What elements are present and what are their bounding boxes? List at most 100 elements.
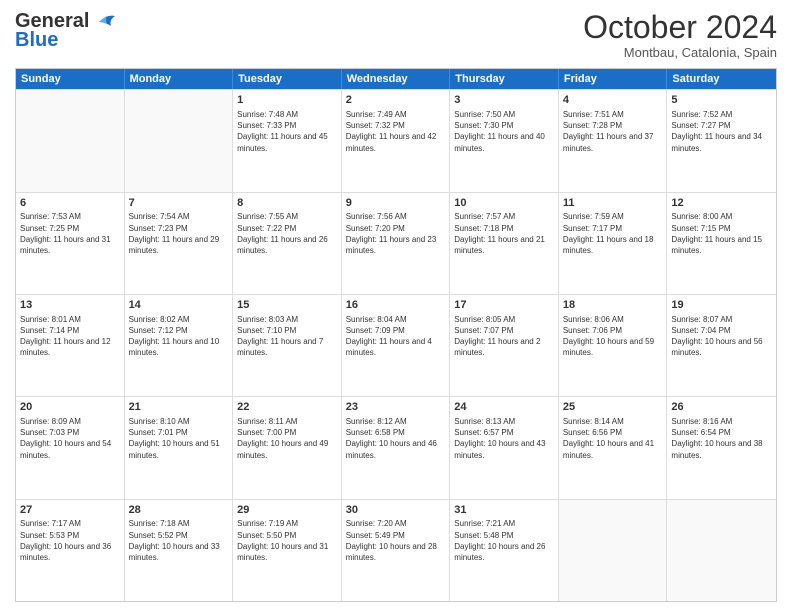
day-of-week-monday: Monday (125, 69, 234, 89)
sun-info: Sunrise: 7:18 AM Sunset: 5:52 PM Dayligh… (129, 518, 229, 563)
day-number: 7 (129, 196, 229, 211)
day-number: 3 (454, 93, 554, 108)
day-number: 8 (237, 196, 337, 211)
empty-cell (667, 500, 776, 601)
day-cell-13: 13Sunrise: 8:01 AM Sunset: 7:14 PM Dayli… (16, 295, 125, 396)
day-cell-17: 17Sunrise: 8:05 AM Sunset: 7:07 PM Dayli… (450, 295, 559, 396)
calendar: SundayMondayTuesdayWednesdayThursdayFrid… (15, 68, 777, 602)
sun-info: Sunrise: 7:17 AM Sunset: 5:53 PM Dayligh… (20, 518, 120, 563)
day-cell-29: 29Sunrise: 7:19 AM Sunset: 5:50 PM Dayli… (233, 500, 342, 601)
sun-info: Sunrise: 8:03 AM Sunset: 7:10 PM Dayligh… (237, 314, 337, 359)
sun-info: Sunrise: 7:51 AM Sunset: 7:28 PM Dayligh… (563, 109, 663, 154)
logo-bird-icon (89, 12, 117, 32)
day-number: 20 (20, 400, 120, 415)
day-number: 21 (129, 400, 229, 415)
empty-cell (559, 500, 668, 601)
sun-info: Sunrise: 7:21 AM Sunset: 5:48 PM Dayligh… (454, 518, 554, 563)
day-cell-26: 26Sunrise: 8:16 AM Sunset: 6:54 PM Dayli… (667, 397, 776, 498)
calendar-row-2: 6Sunrise: 7:53 AM Sunset: 7:25 PM Daylig… (16, 192, 776, 294)
day-cell-6: 6Sunrise: 7:53 AM Sunset: 7:25 PM Daylig… (16, 193, 125, 294)
day-cell-30: 30Sunrise: 7:20 AM Sunset: 5:49 PM Dayli… (342, 500, 451, 601)
calendar-header: SundayMondayTuesdayWednesdayThursdayFrid… (16, 69, 776, 89)
sun-info: Sunrise: 7:49 AM Sunset: 7:32 PM Dayligh… (346, 109, 446, 154)
sun-info: Sunrise: 8:07 AM Sunset: 7:04 PM Dayligh… (671, 314, 772, 359)
sun-info: Sunrise: 7:20 AM Sunset: 5:49 PM Dayligh… (346, 518, 446, 563)
day-number: 26 (671, 400, 772, 415)
sun-info: Sunrise: 7:50 AM Sunset: 7:30 PM Dayligh… (454, 109, 554, 154)
calendar-body: 1Sunrise: 7:48 AM Sunset: 7:33 PM Daylig… (16, 89, 776, 601)
day-cell-23: 23Sunrise: 8:12 AM Sunset: 6:58 PM Dayli… (342, 397, 451, 498)
day-cell-9: 9Sunrise: 7:56 AM Sunset: 7:20 PM Daylig… (342, 193, 451, 294)
day-number: 16 (346, 298, 446, 313)
calendar-row-3: 13Sunrise: 8:01 AM Sunset: 7:14 PM Dayli… (16, 294, 776, 396)
day-cell-11: 11Sunrise: 7:59 AM Sunset: 7:17 PM Dayli… (559, 193, 668, 294)
sun-info: Sunrise: 7:53 AM Sunset: 7:25 PM Dayligh… (20, 211, 120, 256)
calendar-row-1: 1Sunrise: 7:48 AM Sunset: 7:33 PM Daylig… (16, 89, 776, 191)
day-cell-31: 31Sunrise: 7:21 AM Sunset: 5:48 PM Dayli… (450, 500, 559, 601)
sun-info: Sunrise: 7:56 AM Sunset: 7:20 PM Dayligh… (346, 211, 446, 256)
sun-info: Sunrise: 7:48 AM Sunset: 7:33 PM Dayligh… (237, 109, 337, 154)
day-number: 13 (20, 298, 120, 313)
day-cell-15: 15Sunrise: 8:03 AM Sunset: 7:10 PM Dayli… (233, 295, 342, 396)
day-number: 6 (20, 196, 120, 211)
day-cell-25: 25Sunrise: 8:14 AM Sunset: 6:56 PM Dayli… (559, 397, 668, 498)
day-number: 2 (346, 93, 446, 108)
sun-info: Sunrise: 8:10 AM Sunset: 7:01 PM Dayligh… (129, 416, 229, 461)
day-cell-24: 24Sunrise: 8:13 AM Sunset: 6:57 PM Dayli… (450, 397, 559, 498)
day-cell-18: 18Sunrise: 8:06 AM Sunset: 7:06 PM Dayli… (559, 295, 668, 396)
day-number: 15 (237, 298, 337, 313)
day-number: 10 (454, 196, 554, 211)
sun-info: Sunrise: 7:55 AM Sunset: 7:22 PM Dayligh… (237, 211, 337, 256)
day-of-week-friday: Friday (559, 69, 668, 89)
day-number: 22 (237, 400, 337, 415)
day-of-week-tuesday: Tuesday (233, 69, 342, 89)
day-of-week-sunday: Sunday (16, 69, 125, 89)
day-number: 18 (563, 298, 663, 313)
day-cell-5: 5Sunrise: 7:52 AM Sunset: 7:27 PM Daylig… (667, 90, 776, 191)
day-cell-22: 22Sunrise: 8:11 AM Sunset: 7:00 PM Dayli… (233, 397, 342, 498)
day-number: 27 (20, 503, 120, 518)
calendar-row-4: 20Sunrise: 8:09 AM Sunset: 7:03 PM Dayli… (16, 396, 776, 498)
month-title: October 2024 (583, 10, 777, 45)
day-number: 24 (454, 400, 554, 415)
location: Montbau, Catalonia, Spain (583, 45, 777, 60)
day-cell-12: 12Sunrise: 8:00 AM Sunset: 7:15 PM Dayli… (667, 193, 776, 294)
sun-info: Sunrise: 7:57 AM Sunset: 7:18 PM Dayligh… (454, 211, 554, 256)
sun-info: Sunrise: 8:11 AM Sunset: 7:00 PM Dayligh… (237, 416, 337, 461)
sun-info: Sunrise: 7:54 AM Sunset: 7:23 PM Dayligh… (129, 211, 229, 256)
day-cell-3: 3Sunrise: 7:50 AM Sunset: 7:30 PM Daylig… (450, 90, 559, 191)
day-cell-4: 4Sunrise: 7:51 AM Sunset: 7:28 PM Daylig… (559, 90, 668, 191)
day-cell-19: 19Sunrise: 8:07 AM Sunset: 7:04 PM Dayli… (667, 295, 776, 396)
day-cell-10: 10Sunrise: 7:57 AM Sunset: 7:18 PM Dayli… (450, 193, 559, 294)
day-number: 12 (671, 196, 772, 211)
sun-info: Sunrise: 8:16 AM Sunset: 6:54 PM Dayligh… (671, 416, 772, 461)
calendar-row-5: 27Sunrise: 7:17 AM Sunset: 5:53 PM Dayli… (16, 499, 776, 601)
sun-info: Sunrise: 8:09 AM Sunset: 7:03 PM Dayligh… (20, 416, 120, 461)
day-of-week-wednesday: Wednesday (342, 69, 451, 89)
sun-info: Sunrise: 8:13 AM Sunset: 6:57 PM Dayligh… (454, 416, 554, 461)
sun-info: Sunrise: 8:01 AM Sunset: 7:14 PM Dayligh… (20, 314, 120, 359)
day-number: 31 (454, 503, 554, 518)
day-number: 23 (346, 400, 446, 415)
day-of-week-saturday: Saturday (667, 69, 776, 89)
logo: General Blue (15, 10, 117, 52)
day-cell-2: 2Sunrise: 7:49 AM Sunset: 7:32 PM Daylig… (342, 90, 451, 191)
day-number: 1 (237, 93, 337, 108)
sun-info: Sunrise: 8:06 AM Sunset: 7:06 PM Dayligh… (563, 314, 663, 359)
day-cell-16: 16Sunrise: 8:04 AM Sunset: 7:09 PM Dayli… (342, 295, 451, 396)
day-cell-14: 14Sunrise: 8:02 AM Sunset: 7:12 PM Dayli… (125, 295, 234, 396)
sun-info: Sunrise: 7:52 AM Sunset: 7:27 PM Dayligh… (671, 109, 772, 154)
sun-info: Sunrise: 8:04 AM Sunset: 7:09 PM Dayligh… (346, 314, 446, 359)
day-number: 25 (563, 400, 663, 415)
day-cell-20: 20Sunrise: 8:09 AM Sunset: 7:03 PM Dayli… (16, 397, 125, 498)
day-of-week-thursday: Thursday (450, 69, 559, 89)
day-number: 11 (563, 196, 663, 211)
day-cell-1: 1Sunrise: 7:48 AM Sunset: 7:33 PM Daylig… (233, 90, 342, 191)
sun-info: Sunrise: 7:59 AM Sunset: 7:17 PM Dayligh… (563, 211, 663, 256)
page: General Blue October 2024 Montbau, Catal… (0, 0, 792, 612)
logo-text-blue: Blue (15, 29, 58, 52)
day-number: 4 (563, 93, 663, 108)
empty-cell (125, 90, 234, 191)
day-number: 19 (671, 298, 772, 313)
sun-info: Sunrise: 8:14 AM Sunset: 6:56 PM Dayligh… (563, 416, 663, 461)
